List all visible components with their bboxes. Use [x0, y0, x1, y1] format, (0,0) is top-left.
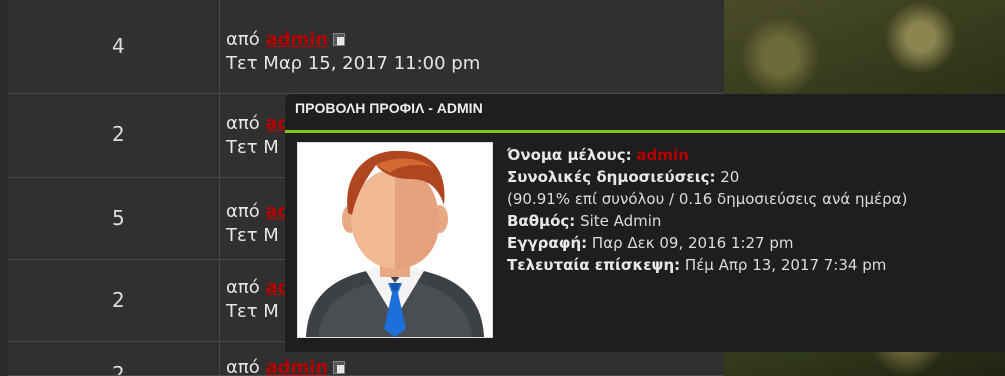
- posts-stats: (90.91% επί συνόλου / 0.16 δημοσιεύσεις …: [507, 190, 908, 208]
- last-visit-value: Πέμ Απρ 13, 2017 7:34 pm: [684, 256, 887, 274]
- topic-row: 4 από admin Τετ Μαρ 15, 2017 11:00 pm: [8, 0, 724, 94]
- reply-count: 2: [112, 288, 125, 312]
- replies-cell: 4: [8, 0, 220, 94]
- last-visit-line: Τελευταία επίσκεψη: Πέμ Απρ 13, 2017 7:3…: [507, 254, 977, 276]
- by-prefix: από: [226, 29, 260, 50]
- view-latest-post-icon[interactable]: [333, 33, 346, 46]
- replies-cell: 5: [8, 178, 220, 260]
- member-name-label: Όνομα μέλους:: [507, 146, 632, 164]
- total-posts-value: 20: [720, 168, 740, 186]
- joined-line: Εγγραφή: Παρ Δεκ 09, 2016 1:27 pm: [507, 232, 977, 254]
- joined-value: Παρ Δεκ 09, 2016 1:27 pm: [591, 234, 794, 252]
- replies-cell: 2: [8, 94, 220, 178]
- last-visit-label: Τελευταία επίσκεψη:: [507, 256, 681, 274]
- total-posts-label: Συνολικές δημοσιεύσεις:: [507, 168, 716, 186]
- reply-count: 2: [112, 122, 125, 146]
- member-name-line: Όνομα μέλους: admin: [507, 144, 977, 166]
- user-avatar-icon: [306, 150, 484, 337]
- last-post-info: από admin: [226, 356, 346, 376]
- reply-count: 2: [112, 362, 125, 376]
- total-posts-line: Συνολικές δημοσιεύσεις: 20: [507, 166, 977, 188]
- last-post-date: Τετ Μαρ 15, 2017 11:00 pm: [226, 53, 481, 74]
- popup-title: ΠΡΟΒΟΛΗ ΠΡΟΦΙΛ - ADMIN: [295, 100, 483, 116]
- profile-info: Όνομα μέλους: admin Συνολικές δημοσιεύσε…: [507, 144, 977, 276]
- author-link[interactable]: admin: [265, 29, 328, 50]
- last-post-by: από admin: [226, 28, 480, 52]
- view-latest-post-icon[interactable]: [333, 361, 346, 374]
- reply-count: 5: [112, 206, 125, 230]
- by-prefix: από: [226, 113, 260, 134]
- popup-divider: [285, 130, 1005, 133]
- by-prefix: από: [226, 201, 260, 222]
- member-name[interactable]: admin: [636, 146, 688, 164]
- page: 4 από admin Τετ Μαρ 15, 2017 11:00 pm 2 …: [0, 0, 1005, 376]
- by-prefix: από: [226, 277, 260, 298]
- rank-line: Βαθμός: Site Admin: [507, 210, 977, 232]
- author-link[interactable]: admin: [265, 357, 328, 376]
- rank-label: Βαθμός:: [507, 212, 576, 230]
- avatar[interactable]: [297, 142, 493, 338]
- profile-popup: ΠΡΟΒΟΛΗ ΠΡΟΦΙΛ - ADMIN Όνομα μέλους: adm…: [285, 94, 1005, 352]
- last-post-info: από admin Τετ Μαρ 15, 2017 11:00 pm: [226, 28, 480, 76]
- replies-cell: 2: [8, 260, 220, 342]
- replies-cell: 2: [8, 342, 220, 376]
- rank-value: Site Admin: [580, 212, 662, 230]
- reply-count: 4: [112, 34, 125, 58]
- by-prefix: από: [226, 357, 260, 376]
- last-post-by: από admin: [226, 356, 346, 376]
- joined-label: Εγγραφή:: [507, 234, 588, 252]
